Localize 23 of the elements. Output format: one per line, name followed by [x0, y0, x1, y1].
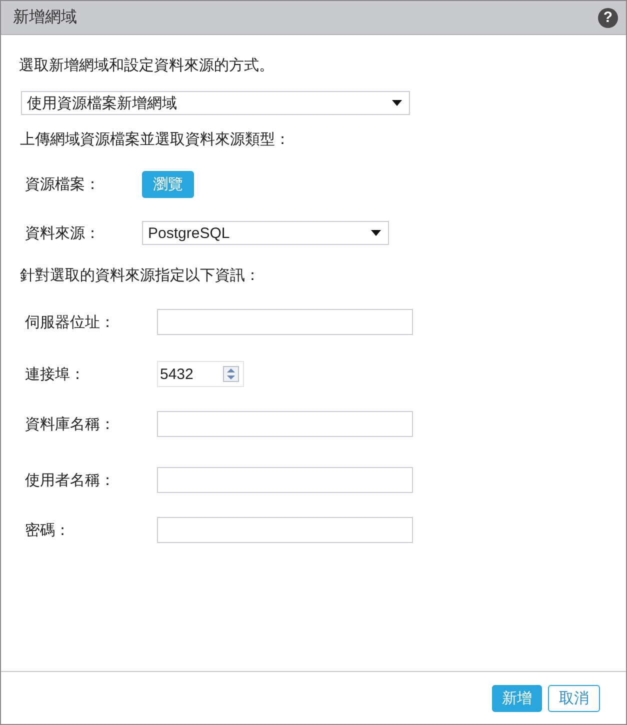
password-field[interactable]: [157, 517, 413, 543]
help-icon[interactable]: ?: [598, 8, 618, 28]
text-field[interactable]: [157, 309, 413, 335]
field-label: 密碼：: [24, 520, 71, 540]
method-dropdown[interactable]: 使用資源檔案新增網域: [21, 91, 410, 115]
field-label: 連接埠：: [24, 364, 86, 384]
resource-file-label: 資源檔案：: [24, 174, 101, 194]
field-label: 伺服器位址：: [24, 312, 116, 332]
field-label: 使用者名稱：: [24, 470, 116, 490]
specify-heading: 針對選取的資料來源指定以下資訊：: [20, 266, 261, 286]
port-spinner[interactable]: 5432: [157, 361, 244, 387]
spinner-arrows-icon[interactable]: [223, 366, 239, 382]
text-field[interactable]: [157, 411, 413, 437]
text-field[interactable]: [157, 467, 413, 493]
upload-heading: 上傳網域資源檔案並選取資料來源類型：: [20, 130, 291, 150]
data-source-dropdown[interactable]: PostgreSQL: [142, 221, 389, 245]
data-source-label: 資料來源：: [24, 224, 101, 242]
cancel-button[interactable]: 取消: [548, 684, 600, 712]
field-label: 資料庫名稱：: [24, 414, 116, 434]
caret-icon: [392, 100, 402, 106]
caret-icon: [371, 230, 381, 236]
window-title: 新增網域: [13, 8, 77, 28]
intro-text: 選取新增網域和設定資料來源的方式。: [19, 56, 275, 76]
